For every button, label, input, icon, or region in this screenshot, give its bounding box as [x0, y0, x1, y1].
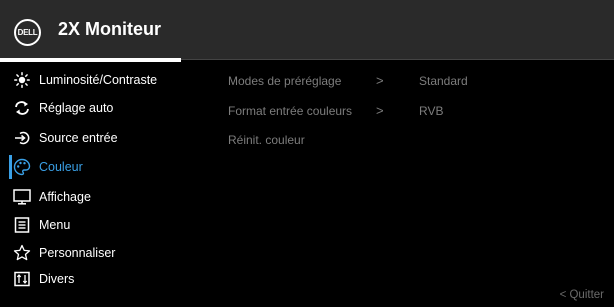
header-accent-line — [0, 58, 181, 62]
input-color-format-value: RVB — [419, 104, 444, 118]
menu-item-label: Couleur — [39, 160, 83, 174]
display-icon — [12, 187, 32, 207]
menu-item-label: Affichage — [39, 190, 91, 204]
chevron-right-icon: > — [376, 103, 384, 118]
submenu-input-color-format[interactable]: Format entrée couleurs — [228, 104, 352, 118]
dell-logo: DELL — [14, 19, 41, 46]
quit-button[interactable]: < Quitter — [560, 289, 604, 301]
palette-icon — [12, 157, 32, 177]
menu-item-color[interactable]: Couleur — [12, 156, 192, 178]
menu-item-label: Divers — [39, 272, 75, 286]
osd-header: DELL 2X Moniteur — [0, 0, 614, 60]
input-source-icon — [12, 128, 32, 148]
star-icon — [12, 243, 32, 263]
osd-title: 2X Moniteur — [58, 19, 162, 39]
menu-list-icon — [12, 215, 32, 235]
menu-item-brightness-contrast[interactable]: Luminosité/Contraste — [12, 69, 192, 91]
menu-item-personalize[interactable]: Personnaliser — [12, 242, 192, 264]
menu-item-label: Personnaliser — [39, 246, 116, 260]
auto-adjust-icon — [12, 98, 32, 118]
menu-item-label: Réglage auto — [39, 101, 114, 115]
menu-item-display[interactable]: Affichage — [12, 186, 192, 208]
submenu-preset-modes[interactable]: Modes de préréglage — [228, 74, 341, 88]
header-divider — [181, 59, 614, 60]
misc-icon — [12, 269, 32, 289]
menu-item-label: Source entrée — [39, 131, 118, 145]
menu-item-input-source[interactable]: Source entrée — [12, 127, 192, 149]
menu-item-label: Menu — [39, 218, 71, 232]
menu-item-label: Luminosité/Contraste — [39, 73, 158, 87]
menu-item-menu[interactable]: Menu — [12, 214, 192, 236]
menu-item-auto-adjust[interactable]: Réglage auto — [12, 97, 192, 119]
brightness-icon — [12, 70, 32, 90]
menu-item-misc[interactable]: Divers — [12, 268, 192, 290]
monitor-osd: DELL 2X Moniteur Luminosité/Contraste Ré… — [0, 0, 614, 307]
preset-mode-value: Standard — [419, 74, 468, 88]
submenu-reset-color[interactable]: Réinit. couleur — [228, 133, 305, 147]
chevron-right-icon: > — [376, 73, 384, 88]
